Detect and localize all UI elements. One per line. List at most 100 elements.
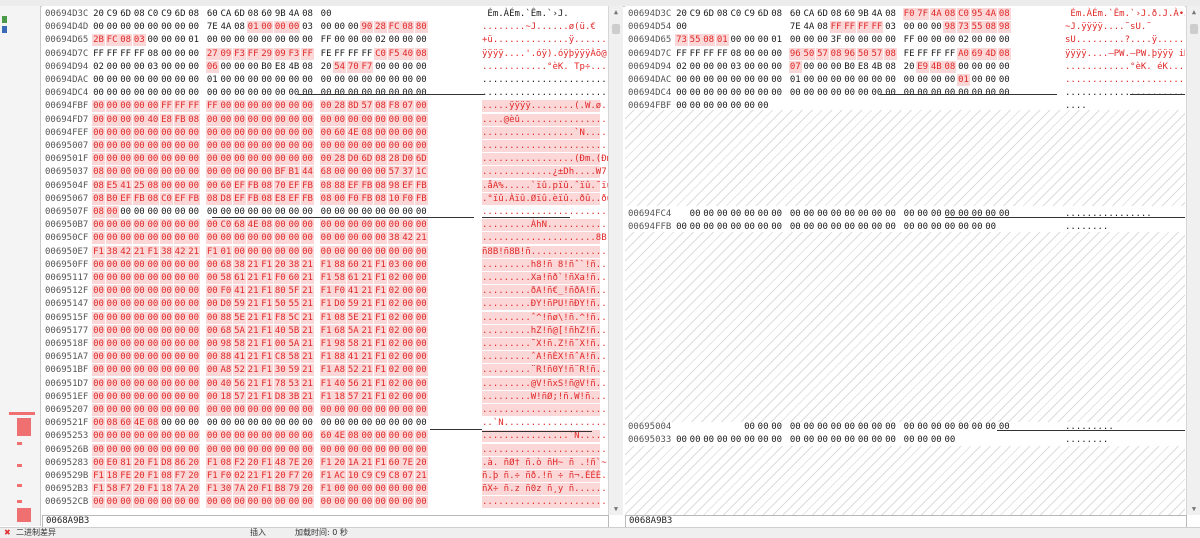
hex-byte[interactable]: 00 (146, 351, 160, 364)
hex-byte[interactable]: 00 (173, 179, 187, 192)
hex-byte[interactable]: 00 (857, 208, 870, 220)
hex-byte[interactable]: 00 (174, 206, 187, 218)
hex-byte[interactable]: F7 (173, 470, 187, 482)
hex-byte[interactable]: 08 (829, 47, 843, 60)
hex-byte[interactable]: 00 (205, 496, 219, 509)
hex-byte[interactable]: 00 (233, 232, 246, 245)
hex-byte[interactable]: 21 (360, 377, 374, 390)
hex-byte[interactable]: 00 (320, 417, 333, 429)
hex-byte[interactable]: 01 (715, 34, 729, 47)
hex-byte[interactable]: 00 (187, 298, 201, 311)
hex-byte[interactable]: 00 (387, 404, 401, 416)
hex-byte[interactable]: 57 (870, 47, 884, 60)
hex-byte[interactable]: 00 (333, 483, 347, 496)
hex-byte[interactable]: 00 (205, 311, 219, 324)
hex-byte[interactable]: 6D (414, 153, 428, 166)
hex-byte[interactable]: 00 (173, 166, 187, 179)
hex-byte[interactable]: FF (916, 48, 929, 60)
hex-byte[interactable]: 00 (388, 417, 401, 429)
hex-byte[interactable]: 00 (246, 113, 260, 126)
hex-byte[interactable]: 00 (132, 404, 146, 416)
hex-byte[interactable]: 00 (401, 443, 415, 456)
hex-byte[interactable]: 00 (998, 34, 1011, 46)
hex-byte[interactable]: 7E (789, 21, 802, 33)
hex-byte[interactable]: 00 (414, 311, 428, 324)
hex-byte[interactable]: 00 (319, 113, 333, 126)
hex-byte[interactable]: 5E (233, 311, 246, 324)
hex-byte[interactable]: 00 (387, 443, 401, 456)
hex-byte[interactable]: 00 (146, 87, 159, 99)
hex-byte[interactable]: 00 (132, 272, 146, 284)
hex-byte[interactable]: 00 (132, 298, 146, 311)
hex-byte[interactable]: 7A (173, 483, 187, 496)
hex-byte[interactable]: 00 (770, 61, 783, 73)
hex-byte[interactable]: 00 (146, 404, 160, 416)
hex-byte[interactable]: 21 (246, 285, 260, 298)
hex-byte[interactable]: 00 (92, 100, 105, 113)
hex-byte[interactable]: 00 (401, 377, 415, 390)
hex-byte[interactable]: 00 (971, 421, 984, 433)
hex-byte[interactable]: 20 (132, 483, 146, 496)
hex-byte[interactable]: BF (273, 166, 287, 179)
hex-byte[interactable]: 29 (260, 47, 274, 60)
hex-byte[interactable]: 00 (757, 208, 770, 220)
hex-byte[interactable]: 00 (930, 21, 943, 33)
hex-byte[interactable]: EF (346, 179, 360, 192)
hex-byte[interactable]: 98 (333, 338, 347, 350)
hex-byte[interactable]: 00 (105, 298, 119, 311)
hex-byte[interactable]: 08 (247, 8, 260, 20)
hex-byte[interactable]: 00 (174, 61, 187, 73)
hex-byte[interactable]: 00 (319, 443, 333, 456)
hex-byte[interactable]: 00 (160, 126, 173, 139)
hex-byte[interactable]: 00 (287, 126, 301, 139)
hex-byte[interactable]: 00 (260, 417, 273, 429)
hex-byte[interactable]: FF (119, 48, 132, 60)
hex-byte[interactable]: FF (106, 48, 119, 60)
hex-byte[interactable]: 00 (802, 421, 815, 433)
hex-byte[interactable]: 00 (301, 430, 314, 443)
hex-byte[interactable]: 00 (757, 434, 770, 446)
hex-byte[interactable]: 68 (319, 166, 333, 179)
hex-byte[interactable]: FF (92, 48, 105, 60)
hex-byte[interactable]: 00 (702, 221, 715, 233)
hex-byte[interactable]: E8 (857, 61, 870, 73)
hex-byte[interactable]: FF (856, 21, 870, 34)
hex-byte[interactable]: 00 (260, 34, 273, 46)
hex-byte[interactable]: 00 (346, 113, 360, 126)
hex-byte[interactable]: 00 (884, 34, 897, 46)
hex-byte[interactable]: 00 (173, 377, 187, 390)
left-vertical-scrollbar[interactable]: ▲ ▼ (608, 6, 623, 515)
ascii-column[interactable]: ............°èK. Tp÷.... (482, 61, 608, 73)
hex-byte[interactable]: 20 (675, 8, 688, 20)
hex-byte[interactable]: 08 (884, 47, 897, 60)
hex-byte[interactable]: 00 (971, 61, 984, 73)
hex-byte[interactable]: F5 (387, 47, 401, 60)
hex-byte[interactable]: 08 (943, 60, 957, 73)
hex-byte[interactable]: 00 (957, 61, 970, 73)
hex-byte[interactable]: 00 (260, 140, 274, 152)
hex-byte[interactable]: 08 (374, 153, 387, 166)
hex-byte[interactable]: C0 (374, 47, 387, 60)
hex-byte[interactable]: 00 (160, 430, 173, 443)
hex-byte[interactable]: 00 (160, 34, 173, 46)
hex-byte[interactable]: 00 (333, 496, 347, 509)
hex-byte[interactable]: 00 (287, 232, 301, 245)
hex-byte[interactable]: EF (287, 179, 301, 192)
hex-byte[interactable]: 00 (957, 208, 970, 220)
hex-row[interactable]: 00695177 00 00 00 00 00 00 00 00 00 68 5A 21 F1 40 5B 21… (42, 324, 608, 337)
hex-byte[interactable]: 60 (333, 126, 347, 139)
hex-byte[interactable]: 00 (105, 496, 119, 509)
hex-byte[interactable]: C0 (146, 8, 159, 20)
hex-byte[interactable]: 18 (105, 470, 119, 482)
hex-byte[interactable]: 00 (388, 74, 401, 86)
hex-byte[interactable]: 00 (816, 208, 829, 220)
hex-byte[interactable]: 00 (105, 285, 119, 298)
hex-byte[interactable]: 00 (374, 61, 387, 73)
hex-byte[interactable]: 00 (287, 417, 300, 429)
hex-byte[interactable]: 00 (132, 153, 146, 166)
hex-byte[interactable]: F1 (146, 470, 160, 482)
hex-byte[interactable]: F1 (374, 351, 387, 364)
hex-byte[interactable]: 08 (702, 34, 716, 47)
hex-byte[interactable]: F1 (374, 272, 387, 284)
hex-byte[interactable]: FB (246, 192, 260, 205)
